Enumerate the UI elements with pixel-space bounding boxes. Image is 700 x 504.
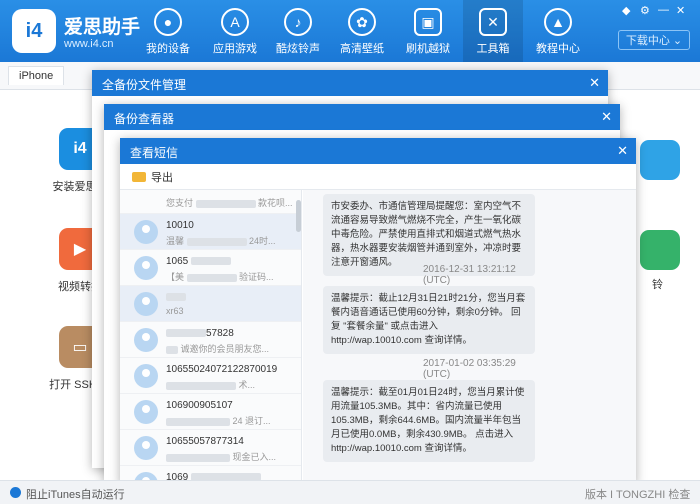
status-bar: 阻止iTunes自动运行 版本 I TONGZHI 检查更新	[0, 480, 700, 504]
nav-wallpapers[interactable]: ✿ 高清壁纸	[332, 0, 392, 62]
brand-name: 爱思助手	[64, 17, 141, 38]
list-item[interactable]: 106900905107 24 退订...	[120, 394, 301, 430]
brand-url: www.i4.cn	[64, 38, 114, 50]
chevron-down-icon: ⌄	[672, 34, 683, 47]
contact-list[interactable]: 您支付 款花呗... 10010 温馨 24时... 1065 【美 验证码..…	[120, 190, 302, 484]
message-timestamp: 2017-01-02 03:35:29 (UTC)	[423, 358, 516, 380]
avatar	[134, 328, 158, 352]
nav-my-device[interactable]: ● 我的设备	[138, 0, 198, 62]
message-bubble: 温馨提示：截至01月01日24时，您当月累计使用流量105.3MB。其中：省内流…	[323, 380, 535, 462]
i4-logo: i4	[12, 9, 56, 53]
avatar	[134, 364, 158, 388]
sms-body: 您支付 款花呗... 10010 温馨 24时... 1065 【美 验证码..…	[120, 190, 636, 484]
close-icon[interactable]: ✕	[617, 143, 628, 159]
right-tool-label: 铃	[652, 279, 663, 291]
right-tool-icon-2[interactable]	[640, 230, 680, 270]
folder-icon	[132, 171, 146, 182]
export-button[interactable]: 导出	[151, 169, 173, 185]
list-item[interactable]: 10010 温馨 24时...	[120, 214, 301, 250]
version-label: 版本 I TONGZHI 检查更新	[585, 489, 691, 501]
list-item[interactable]: 57828 诚邀你的会员朋友您...	[120, 322, 301, 358]
nav-ringtones[interactable]: ♪ 酷炫铃声	[268, 0, 328, 62]
avatar	[134, 400, 158, 424]
avatar	[134, 292, 158, 316]
dialog-header: 全备份文件管理 ✕	[92, 70, 608, 96]
app-store-icon: A	[221, 8, 249, 36]
message-bubble: 温馨提示：截止12月31日21时21分，您当月套餐内语音通话已使用60分钟，剩余…	[323, 286, 535, 354]
sms-viewer-dialog: 查看短信 ✕ 导出 您支付 款花呗... 10010 温馨 24时... 106…	[120, 138, 636, 484]
avatar	[134, 256, 158, 280]
close-window-button[interactable]: ✕	[676, 4, 685, 17]
right-tool-icon[interactable]	[640, 140, 680, 180]
list-item[interactable]: 10655057877314 现金已入...	[120, 430, 301, 466]
list-item[interactable]: 您支付 款花呗...	[120, 190, 301, 214]
graduation-cap-icon: ▲	[544, 8, 572, 36]
shirt-icon[interactable]: ◆	[622, 4, 630, 17]
bell-icon: ♪	[284, 8, 312, 36]
apple-icon: ●	[154, 8, 182, 36]
list-item[interactable]: xr63	[120, 286, 301, 322]
nav-apps-games[interactable]: A 应用游戏	[205, 0, 265, 62]
nav-tutorials[interactable]: ▲ 教程中心	[528, 0, 588, 62]
sms-toolbar: 导出	[120, 164, 636, 190]
itunes-autorun-label[interactable]: 阻止iTunes自动运行	[26, 486, 125, 502]
nav-flash-jailbreak[interactable]: ▣ 刷机越狱	[398, 0, 458, 62]
message-pane: 市安委办、市通信管理局提醒您：室内空气不流通容易导致燃气燃烧不完全，产生一氧化碳…	[303, 190, 636, 484]
minimize-button[interactable]: —	[658, 4, 669, 16]
top-bar: i4 爱思助手 www.i4.cn ● 我的设备 A 应用游戏 ♪ 酷炫铃声 ✿…	[0, 0, 700, 62]
box-icon: ▣	[414, 8, 442, 36]
tools-icon: ✕	[479, 8, 507, 36]
tab-iphone[interactable]: iPhone	[8, 66, 65, 85]
itunes-toggle[interactable]	[10, 487, 21, 498]
flower-icon: ✿	[348, 8, 376, 36]
avatar	[134, 436, 158, 460]
avatar	[134, 220, 158, 244]
dialog-header: 备份查看器 ✕	[104, 104, 620, 130]
dialog-header: 查看短信 ✕	[120, 138, 636, 164]
settings-icon[interactable]: ⚙	[640, 4, 650, 17]
list-item[interactable]: 1065502407212287001​9 术...	[120, 358, 301, 394]
nav-toolbox[interactable]: ✕ 工具箱	[463, 0, 523, 62]
list-item[interactable]: 1065 【美 验证码...	[120, 250, 301, 286]
close-icon[interactable]: ✕	[601, 109, 612, 125]
close-icon[interactable]: ✕	[589, 75, 600, 91]
message-timestamp: 2016-12-31 13:21:12 (UTC)	[423, 264, 516, 286]
download-center-button[interactable]: 下载中心 ⌄	[618, 30, 690, 50]
contact-list-scrollbar[interactable]	[296, 200, 301, 232]
